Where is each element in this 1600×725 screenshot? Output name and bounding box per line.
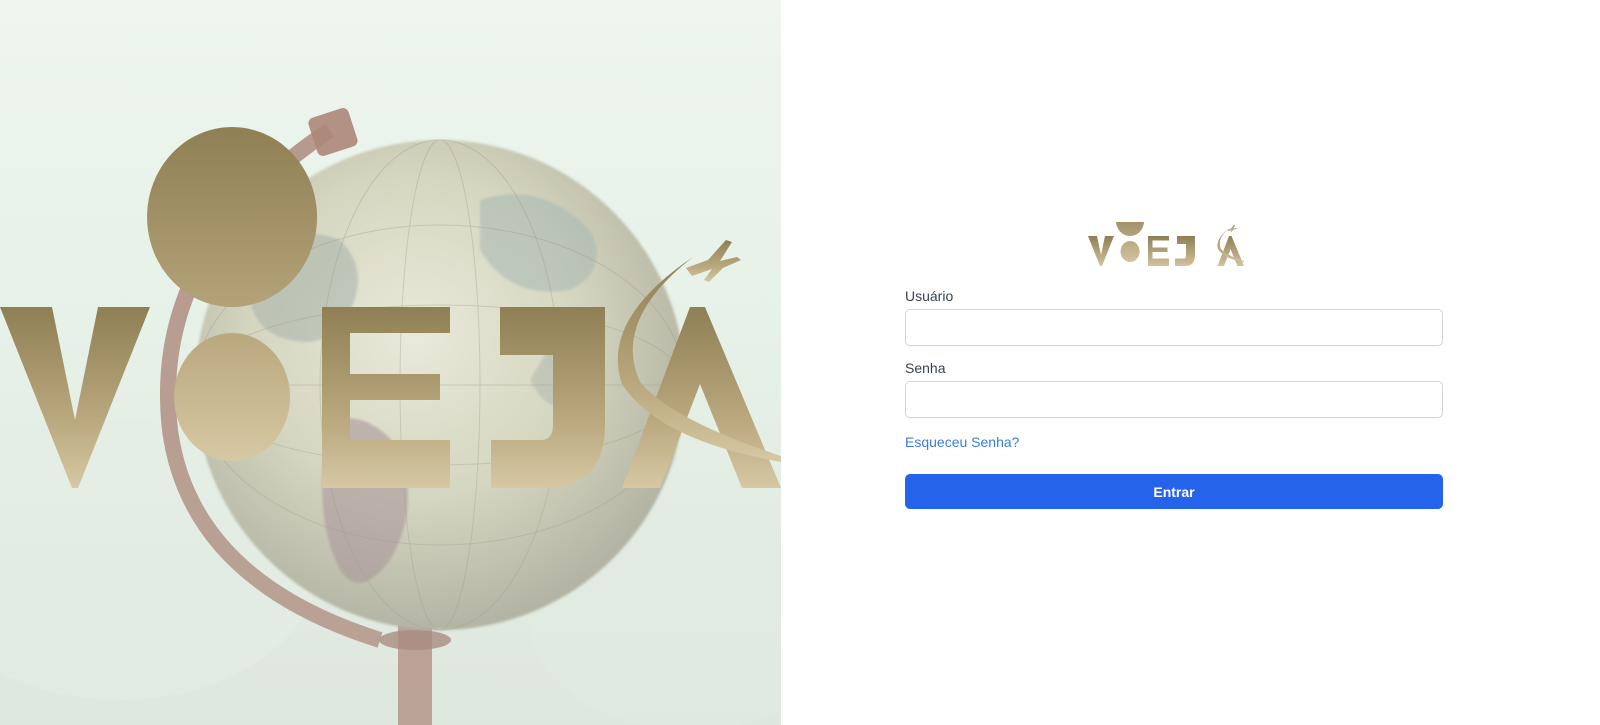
login-button[interactable]: Entrar	[905, 474, 1443, 509]
username-input[interactable]	[905, 309, 1443, 346]
voeja-logo	[1088, 222, 1244, 266]
username-label: Usuário	[905, 288, 954, 304]
username-group: Usuário	[905, 288, 1443, 346]
password-label: Senha	[905, 360, 946, 376]
password-group: Senha	[905, 360, 1443, 418]
password-input[interactable]	[905, 381, 1443, 418]
hero-globe-image	[0, 0, 781, 725]
hero-panel	[0, 0, 781, 725]
forgot-password-link[interactable]: Esqueceu Senha?	[905, 434, 1019, 450]
brand-logo	[905, 222, 1443, 268]
login-panel: Usuário Senha Esqueceu Senha? Entrar	[781, 0, 1600, 725]
login-page: Usuário Senha Esqueceu Senha? Entrar	[0, 0, 1600, 725]
login-form: Usuário Senha Esqueceu Senha? Entrar	[905, 222, 1443, 509]
